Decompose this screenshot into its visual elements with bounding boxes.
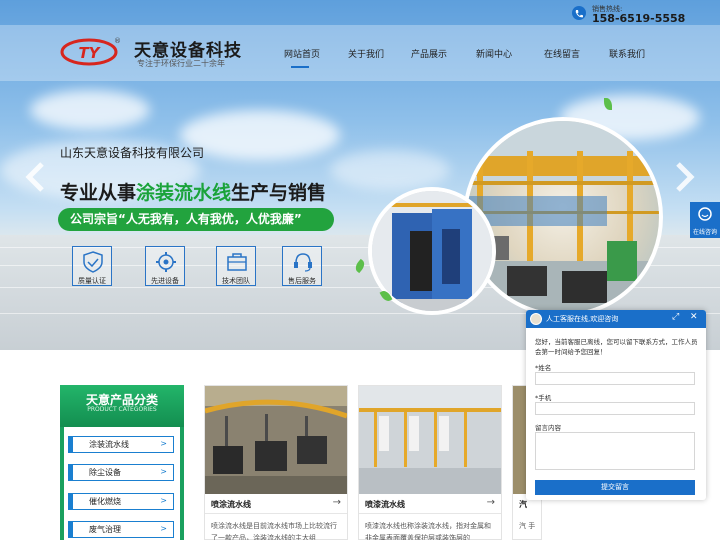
agent-avatar [530,313,542,325]
chevron-right-icon: > [160,524,167,533]
category-item-marker [69,494,73,509]
category-item-coating-line[interactable]: 涂装流水线 > [68,436,174,453]
service-icon [294,253,312,272]
message-textarea[interactable] [535,432,695,470]
product-card-spray-line[interactable]: 喷涂流水线 → 喷涂流水线是目前流水线市场上比较流行了一款产品，涂装流水线的主大… [204,385,348,540]
message-label: 留言内容 [535,424,561,432]
cloud [330,150,450,190]
phone-input[interactable] [535,402,695,415]
feature-equipment-label: 先进设备 [151,277,179,285]
slogan-post: 生产与销售 [231,182,327,204]
category-item-label: 除尘设备 [89,468,121,477]
feature-quality-label: 质量认证 [78,277,106,285]
nav-about[interactable]: 关于我们 [348,47,384,60]
page: TY ® 天意设备科技 专注于环保行业二十余年 网站首页 关于我们 产品展示 新… [0,0,720,540]
cloud [30,90,150,130]
divider [359,513,501,514]
banner-next-arrow-icon[interactable] [672,162,696,192]
product-name[interactable]: 喷漆流水线 [365,499,405,510]
category-item-marker [69,522,73,537]
close-icon[interactable]: ✕ [690,312,698,322]
chat-header: 人工客服在线,欢迎咨询 ⤢ ✕ [526,310,706,328]
nav-active-indicator [291,66,309,68]
nav-contact[interactable]: 联系我们 [609,47,645,60]
product-description: 喷涂流水线是目前流水线市场上比较流行了一款产品，涂装流水线的主大组 [211,522,337,540]
phone-label: *手机 [535,394,552,402]
banner-slogan: 专业从事涂装流水线生产与销售 [60,178,326,205]
category-item-catalytic[interactable]: 催化燃烧 > [68,493,174,510]
chat-offline-message: 您好，当前客服已离线，您可以留下联系方式，工作人员会第一时间给予您回复！ [535,338,698,356]
product-name[interactable]: 喷涂流水线 [211,499,251,510]
slogan-highlight: 涂装流水线 [136,182,232,204]
category-item-label: 废气治理 [89,525,121,534]
product-card-paint-line[interactable]: 喷漆流水线 → 喷漆流水线也称涂装流水线，指对金属和非金属表面覆盖保护层或装饰层… [358,385,502,540]
hotline-number[interactable]: 158-6519-5558 [592,12,685,25]
nav-products[interactable]: 产品展示 [411,47,447,60]
banner-motto: 公司宗旨“人无我有，人有我优，人优我廉” [58,208,334,231]
chevron-right-icon: > [160,439,167,448]
factory-photo-large [463,117,663,317]
category-item-waste-gas[interactable]: 废气治理 > [68,521,174,538]
nav-news[interactable]: 新闻中心 [476,47,512,60]
product-description: 汽 手 [519,522,536,530]
gear-icon [156,252,176,272]
hero-banner: TY ® 天意设备科技 专注于环保行业二十余年 网站首页 关于我们 产品展示 新… [0,0,720,350]
logo-mark-text: TY [78,44,101,62]
shield-check-icon [83,251,103,273]
name-input[interactable] [535,372,695,385]
arrow-right-icon[interactable]: → [487,497,495,508]
product-description: 喷漆流水线也称涂装流水线，指对金属和非金属表面覆盖保护层或装饰层的 [365,522,491,540]
chat-widget: 人工客服在线,欢迎咨询 ⤢ ✕ 您好，当前客服已离线，您可以留下联系方式，工作人… [526,310,706,500]
category-title-en: PRODUCT CATEGORIES [87,406,157,413]
product-name[interactable]: 汽 [519,499,527,510]
chevron-right-icon: > [160,496,167,505]
feature-team-label: 技术团队 [222,277,250,285]
logo-tagline: 专注于环保行业二十余年 [137,59,225,68]
logo-registered: ® [114,37,121,45]
name-label: *姓名 [535,364,552,372]
product-image[interactable] [205,386,347,494]
submit-message-button[interactable]: 提交留言 [535,480,695,495]
logo-icon[interactable]: TY [60,38,118,66]
category-item-dust-removal[interactable]: 除尘设备 > [68,464,174,481]
category-item-label: 涂装流水线 [89,440,129,449]
nav-home[interactable]: 网站首页 [284,47,320,60]
chevron-right-icon: > [160,467,167,476]
divider [205,513,347,514]
slogan-pre: 专业从事 [60,182,137,204]
chat-bubble-icon [698,207,712,221]
phone-icon [572,6,586,20]
arrow-right-icon[interactable]: → [333,497,341,508]
category-item-marker [69,437,73,452]
briefcase-icon [227,253,247,271]
category-item-label: 催化燃烧 [89,497,121,506]
category-item-marker [69,465,73,480]
product-image[interactable] [359,386,501,494]
chat-title: 人工客服在线,欢迎咨询 [546,315,619,323]
maximize-icon[interactable]: ⤢ [672,312,679,322]
nav-message[interactable]: 在线留言 [544,47,580,60]
banner-company: 山东天意设备科技有限公司 [60,146,205,160]
feature-service-label: 售后服务 [288,277,316,285]
online-consult-label[interactable]: 在线咨询 [690,227,720,236]
banner-prev-arrow-icon[interactable] [24,162,48,192]
